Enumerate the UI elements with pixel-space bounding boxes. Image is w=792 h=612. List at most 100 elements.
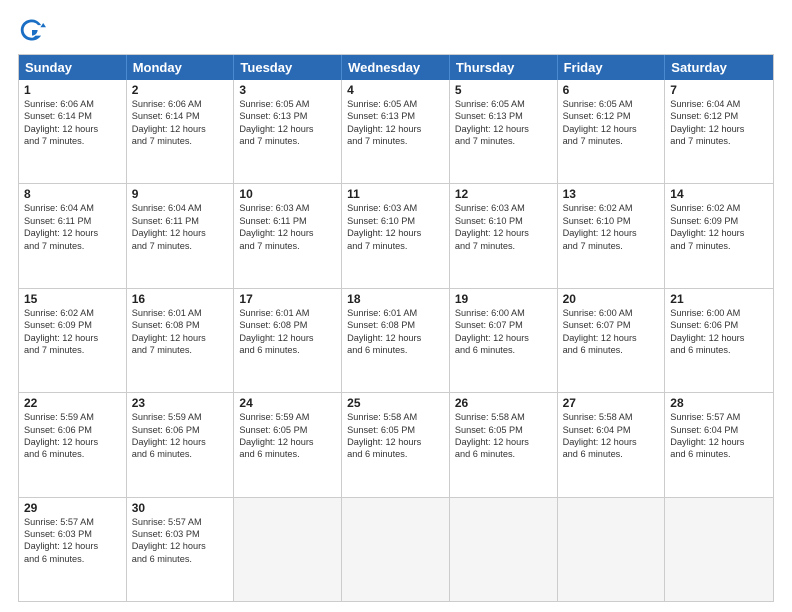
calendar-cell: 24Sunrise: 5:59 AMSunset: 6:05 PMDayligh… [234,393,342,496]
calendar-cell: 21Sunrise: 6:00 AMSunset: 6:06 PMDayligh… [665,289,773,392]
calendar-cell: 28Sunrise: 5:57 AMSunset: 6:04 PMDayligh… [665,393,773,496]
day-number: 20 [563,292,660,306]
calendar-row-4: 29Sunrise: 5:57 AMSunset: 6:03 PMDayligh… [19,497,773,601]
header-day-tuesday: Tuesday [234,55,342,80]
calendar-cell: 27Sunrise: 5:58 AMSunset: 6:04 PMDayligh… [558,393,666,496]
day-info: Sunrise: 5:59 AMSunset: 6:06 PMDaylight:… [132,411,229,461]
calendar-cell: 3Sunrise: 6:05 AMSunset: 6:13 PMDaylight… [234,80,342,183]
calendar-cell: 17Sunrise: 6:01 AMSunset: 6:08 PMDayligh… [234,289,342,392]
header-day-sunday: Sunday [19,55,127,80]
day-info: Sunrise: 6:01 AMSunset: 6:08 PMDaylight:… [239,307,336,357]
calendar-row-1: 8Sunrise: 6:04 AMSunset: 6:11 PMDaylight… [19,183,773,287]
day-info: Sunrise: 6:04 AMSunset: 6:11 PMDaylight:… [132,202,229,252]
day-info: Sunrise: 5:58 AMSunset: 6:05 PMDaylight:… [455,411,552,461]
day-number: 29 [24,501,121,515]
calendar-row-2: 15Sunrise: 6:02 AMSunset: 6:09 PMDayligh… [19,288,773,392]
day-info: Sunrise: 5:58 AMSunset: 6:05 PMDaylight:… [347,411,444,461]
calendar-cell: 30Sunrise: 5:57 AMSunset: 6:03 PMDayligh… [127,498,235,601]
calendar-cell: 23Sunrise: 5:59 AMSunset: 6:06 PMDayligh… [127,393,235,496]
day-number: 19 [455,292,552,306]
day-number: 28 [670,396,768,410]
calendar-cell: 1Sunrise: 6:06 AMSunset: 6:14 PMDaylight… [19,80,127,183]
day-number: 17 [239,292,336,306]
calendar-cell: 7Sunrise: 6:04 AMSunset: 6:12 PMDaylight… [665,80,773,183]
day-info: Sunrise: 6:03 AMSunset: 6:10 PMDaylight:… [347,202,444,252]
calendar-cell [234,498,342,601]
calendar-header: SundayMondayTuesdayWednesdayThursdayFrid… [19,55,773,80]
calendar-cell: 18Sunrise: 6:01 AMSunset: 6:08 PMDayligh… [342,289,450,392]
day-info: Sunrise: 5:57 AMSunset: 6:03 PMDaylight:… [24,516,121,566]
day-number: 26 [455,396,552,410]
calendar-cell: 16Sunrise: 6:01 AMSunset: 6:08 PMDayligh… [127,289,235,392]
calendar-cell [558,498,666,601]
day-info: Sunrise: 5:57 AMSunset: 6:04 PMDaylight:… [670,411,768,461]
calendar-cell: 14Sunrise: 6:02 AMSunset: 6:09 PMDayligh… [665,184,773,287]
day-info: Sunrise: 6:03 AMSunset: 6:10 PMDaylight:… [455,202,552,252]
day-number: 13 [563,187,660,201]
day-number: 15 [24,292,121,306]
day-number: 24 [239,396,336,410]
day-number: 5 [455,83,552,97]
day-number: 2 [132,83,229,97]
day-info: Sunrise: 6:05 AMSunset: 6:12 PMDaylight:… [563,98,660,148]
day-info: Sunrise: 6:02 AMSunset: 6:10 PMDaylight:… [563,202,660,252]
day-number: 21 [670,292,768,306]
day-info: Sunrise: 6:06 AMSunset: 6:14 PMDaylight:… [24,98,121,148]
calendar-cell: 19Sunrise: 6:00 AMSunset: 6:07 PMDayligh… [450,289,558,392]
day-number: 25 [347,396,444,410]
calendar-cell: 13Sunrise: 6:02 AMSunset: 6:10 PMDayligh… [558,184,666,287]
calendar-cell: 4Sunrise: 6:05 AMSunset: 6:13 PMDaylight… [342,80,450,183]
day-info: Sunrise: 6:05 AMSunset: 6:13 PMDaylight:… [347,98,444,148]
day-info: Sunrise: 6:04 AMSunset: 6:12 PMDaylight:… [670,98,768,148]
calendar-cell [665,498,773,601]
calendar-cell: 29Sunrise: 5:57 AMSunset: 6:03 PMDayligh… [19,498,127,601]
day-info: Sunrise: 5:59 AMSunset: 6:06 PMDaylight:… [24,411,121,461]
day-number: 10 [239,187,336,201]
day-info: Sunrise: 6:05 AMSunset: 6:13 PMDaylight:… [239,98,336,148]
day-number: 11 [347,187,444,201]
calendar-cell: 10Sunrise: 6:03 AMSunset: 6:11 PMDayligh… [234,184,342,287]
day-number: 23 [132,396,229,410]
calendar-cell: 26Sunrise: 5:58 AMSunset: 6:05 PMDayligh… [450,393,558,496]
day-number: 30 [132,501,229,515]
day-info: Sunrise: 6:06 AMSunset: 6:14 PMDaylight:… [132,98,229,148]
calendar-cell [342,498,450,601]
day-number: 22 [24,396,121,410]
day-info: Sunrise: 6:04 AMSunset: 6:11 PMDaylight:… [24,202,121,252]
page: SundayMondayTuesdayWednesdayThursdayFrid… [0,0,792,612]
header-day-wednesday: Wednesday [342,55,450,80]
day-info: Sunrise: 6:01 AMSunset: 6:08 PMDaylight:… [132,307,229,357]
calendar-cell: 22Sunrise: 5:59 AMSunset: 6:06 PMDayligh… [19,393,127,496]
day-info: Sunrise: 6:00 AMSunset: 6:06 PMDaylight:… [670,307,768,357]
day-info: Sunrise: 6:02 AMSunset: 6:09 PMDaylight:… [24,307,121,357]
day-info: Sunrise: 6:00 AMSunset: 6:07 PMDaylight:… [455,307,552,357]
calendar-cell: 8Sunrise: 6:04 AMSunset: 6:11 PMDaylight… [19,184,127,287]
day-info: Sunrise: 5:59 AMSunset: 6:05 PMDaylight:… [239,411,336,461]
day-info: Sunrise: 6:02 AMSunset: 6:09 PMDaylight:… [670,202,768,252]
day-number: 16 [132,292,229,306]
calendar-cell: 11Sunrise: 6:03 AMSunset: 6:10 PMDayligh… [342,184,450,287]
day-number: 7 [670,83,768,97]
day-info: Sunrise: 6:05 AMSunset: 6:13 PMDaylight:… [455,98,552,148]
calendar-cell [450,498,558,601]
day-number: 8 [24,187,121,201]
day-info: Sunrise: 5:58 AMSunset: 6:04 PMDaylight:… [563,411,660,461]
day-number: 18 [347,292,444,306]
calendar-body: 1Sunrise: 6:06 AMSunset: 6:14 PMDaylight… [19,80,773,601]
calendar-cell: 25Sunrise: 5:58 AMSunset: 6:05 PMDayligh… [342,393,450,496]
header-day-monday: Monday [127,55,235,80]
header-day-saturday: Saturday [665,55,773,80]
calendar: SundayMondayTuesdayWednesdayThursdayFrid… [18,54,774,602]
calendar-cell: 6Sunrise: 6:05 AMSunset: 6:12 PMDaylight… [558,80,666,183]
calendar-cell: 5Sunrise: 6:05 AMSunset: 6:13 PMDaylight… [450,80,558,183]
calendar-cell: 12Sunrise: 6:03 AMSunset: 6:10 PMDayligh… [450,184,558,287]
header-day-friday: Friday [558,55,666,80]
calendar-cell: 9Sunrise: 6:04 AMSunset: 6:11 PMDaylight… [127,184,235,287]
day-number: 1 [24,83,121,97]
day-number: 4 [347,83,444,97]
calendar-cell: 2Sunrise: 6:06 AMSunset: 6:14 PMDaylight… [127,80,235,183]
day-number: 3 [239,83,336,97]
calendar-row-3: 22Sunrise: 5:59 AMSunset: 6:06 PMDayligh… [19,392,773,496]
logo [18,16,50,44]
day-number: 12 [455,187,552,201]
